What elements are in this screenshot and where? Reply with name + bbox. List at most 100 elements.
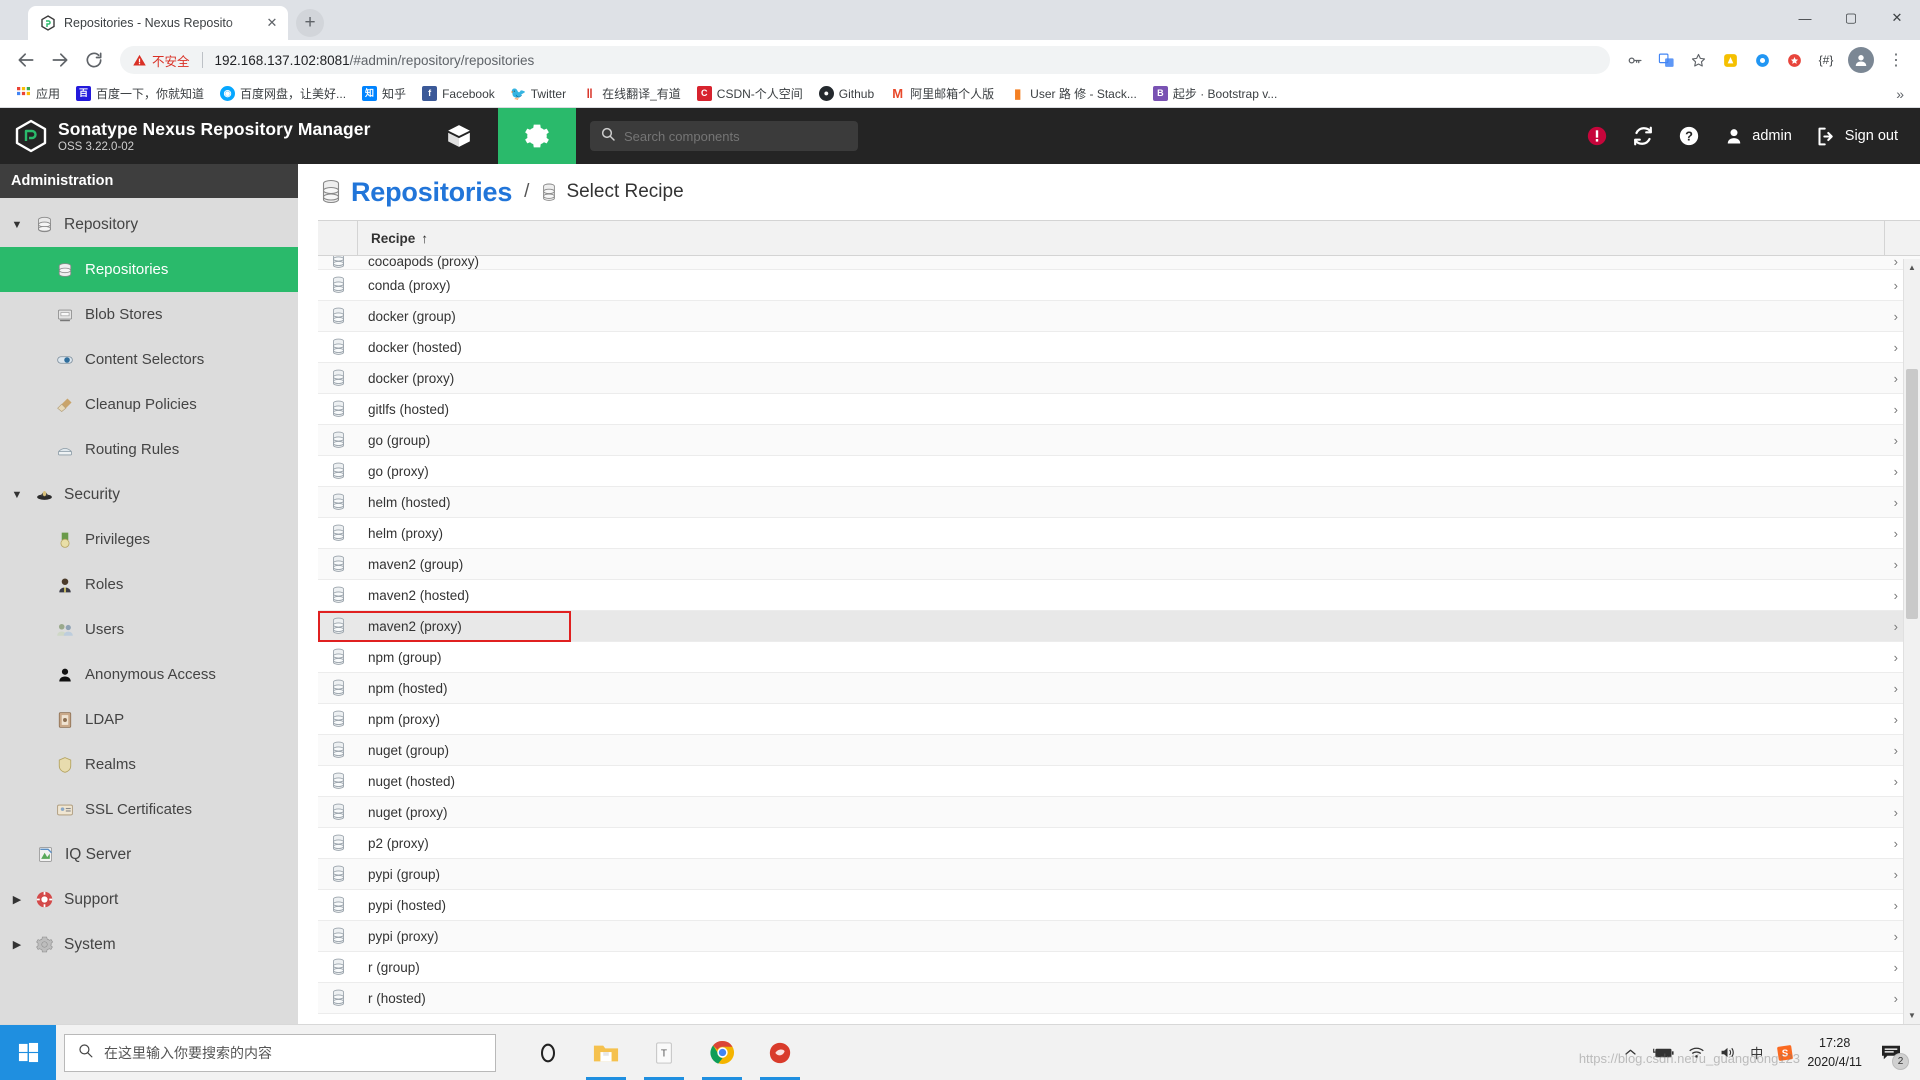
bookmark-youdao[interactable]: ‖ 在线翻译_有道: [576, 82, 687, 105]
sidebar-item-privileges[interactable]: Privileges: [0, 517, 298, 562]
sidebar-group-system[interactable]: ▶ System: [0, 922, 298, 967]
taskbar-search-box[interactable]: 在这里输入你要搜索的内容: [64, 1033, 496, 1072]
chevron-right-icon[interactable]: ›: [1894, 898, 1898, 913]
sidebar-group-support[interactable]: ▶ Support: [0, 877, 298, 922]
browser-menu-icon[interactable]: ⋮: [1882, 46, 1910, 74]
admin-mode-button[interactable]: [498, 108, 576, 164]
sidebar-item-cleanup-policies[interactable]: Cleanup Policies: [0, 382, 298, 427]
breadcrumb-root[interactable]: Repositories: [351, 177, 512, 208]
bookmark-star-icon[interactable]: [1684, 46, 1712, 74]
table-row[interactable]: pypi (proxy) ›: [318, 921, 1920, 952]
table-row[interactable]: helm (hosted) ›: [318, 487, 1920, 518]
table-row[interactable]: docker (group) ›: [318, 301, 1920, 332]
browser-tab[interactable]: Repositories - Nexus Reposito ✕: [28, 6, 288, 40]
table-row[interactable]: nuget (hosted) ›: [318, 766, 1920, 797]
bookmark-baidu[interactable]: 百 百度一下，你就知道: [70, 82, 210, 105]
table-row[interactable]: maven2 (hosted) ›: [318, 580, 1920, 611]
chevron-right-icon[interactable]: ›: [1894, 495, 1898, 510]
chevron-right-icon[interactable]: ▶: [10, 893, 24, 906]
chevron-right-icon[interactable]: ▶: [10, 938, 24, 951]
table-row[interactable]: nuget (group) ›: [318, 735, 1920, 766]
back-icon[interactable]: [10, 44, 42, 76]
table-row[interactable]: cocoapods (proxy) ›: [318, 256, 1920, 270]
sidebar-item-anonymous-access[interactable]: Anonymous Access: [0, 652, 298, 697]
address-bar[interactable]: 不安全 192.168.137.102:8081/#admin/reposito…: [120, 46, 1610, 74]
chevron-right-icon[interactable]: ›: [1894, 526, 1898, 541]
chevron-right-icon[interactable]: ›: [1894, 805, 1898, 820]
chevron-right-icon[interactable]: ›: [1894, 867, 1898, 882]
sidebar-item-ldap[interactable]: LDAP: [0, 697, 298, 742]
refresh-button[interactable]: [1632, 125, 1654, 147]
scroll-up-arrow[interactable]: ▲: [1904, 259, 1920, 276]
extension-blue-icon[interactable]: [1748, 46, 1776, 74]
table-row[interactable]: maven2 (proxy) ›: [318, 611, 1920, 642]
sidebar-item-roles[interactable]: Roles: [0, 562, 298, 607]
chrome-icon[interactable]: [696, 1026, 748, 1080]
wifi-icon[interactable]: [1688, 1045, 1705, 1060]
sidebar-item-content-selectors[interactable]: Content Selectors: [0, 337, 298, 382]
table-row[interactable]: npm (hosted) ›: [318, 673, 1920, 704]
table-row[interactable]: npm (proxy) ›: [318, 704, 1920, 735]
chevron-down-icon[interactable]: ▼: [10, 489, 24, 501]
table-row[interactable]: pypi (group) ›: [318, 859, 1920, 890]
translate-icon[interactable]: [1652, 46, 1680, 74]
file-explorer-icon[interactable]: [580, 1026, 632, 1080]
chevron-right-icon[interactable]: ›: [1894, 433, 1898, 448]
bookmarks-overflow-button[interactable]: »: [1890, 86, 1910, 102]
minimize-button[interactable]: —: [1782, 0, 1828, 36]
table-row[interactable]: nuget (proxy) ›: [318, 797, 1920, 828]
chevron-right-icon[interactable]: ›: [1894, 774, 1898, 789]
text-editor-icon[interactable]: T: [638, 1026, 690, 1080]
table-row[interactable]: r (hosted) ›: [318, 983, 1920, 1014]
chevron-right-icon[interactable]: ›: [1894, 712, 1898, 727]
chevron-right-icon[interactable]: ›: [1894, 256, 1898, 269]
bookmark-zhihu[interactable]: 知 知乎: [356, 82, 412, 105]
extension-colorful-icon[interactable]: [1716, 46, 1744, 74]
chevron-right-icon[interactable]: ›: [1894, 960, 1898, 975]
chevron-right-icon[interactable]: ›: [1894, 743, 1898, 758]
sogou-icon[interactable]: S: [1777, 1044, 1794, 1061]
sidebar-item-users[interactable]: Users: [0, 607, 298, 652]
search-input[interactable]: [624, 128, 848, 144]
scroll-down-arrow[interactable]: ▼: [1904, 1007, 1920, 1024]
chevron-right-icon[interactable]: ›: [1894, 650, 1898, 665]
sidebar-item-routing-rules[interactable]: Routing Rules: [0, 427, 298, 472]
windows-start-icon[interactable]: [0, 1024, 56, 1080]
notification-center-icon[interactable]: 2: [1876, 1038, 1909, 1070]
sidebar-item-iq-server[interactable]: IQ Server: [0, 832, 298, 877]
sidebar-group-repository[interactable]: ▼ Repository: [0, 202, 298, 247]
chevron-right-icon[interactable]: ›: [1894, 340, 1898, 355]
chevron-right-icon[interactable]: ›: [1894, 836, 1898, 851]
battery-icon[interactable]: [1652, 1046, 1674, 1060]
scrollbar-thumb[interactable]: [1906, 369, 1918, 619]
table-row[interactable]: helm (proxy) ›: [318, 518, 1920, 549]
sidebar-item-ssl-certificates[interactable]: SSL Certificates: [0, 787, 298, 832]
chevron-right-icon[interactable]: ›: [1894, 309, 1898, 324]
extension-code-icon[interactable]: {#}: [1812, 46, 1840, 74]
table-row[interactable]: p2 (proxy) ›: [318, 828, 1920, 859]
profile-avatar[interactable]: [1848, 47, 1874, 73]
sign-out-button[interactable]: Sign out: [1816, 126, 1898, 147]
chevron-right-icon[interactable]: ›: [1894, 464, 1898, 479]
chevron-right-icon[interactable]: ›: [1894, 557, 1898, 572]
table-row[interactable]: conda (proxy) ›: [318, 270, 1920, 301]
volume-icon[interactable]: [1719, 1045, 1736, 1060]
chevron-right-icon[interactable]: ›: [1894, 991, 1898, 1006]
table-row[interactable]: pypi (hosted) ›: [318, 890, 1920, 921]
nexus-brand[interactable]: Sonatype Nexus Repository Manager OSS 3.…: [0, 108, 420, 164]
sidebar-item-repositories[interactable]: Repositories: [0, 247, 298, 292]
alert-button[interactable]: [1586, 125, 1608, 147]
bookmark-facebook[interactable]: f Facebook: [416, 83, 501, 104]
close-icon[interactable]: ✕: [264, 15, 280, 31]
chevron-right-icon[interactable]: ›: [1894, 929, 1898, 944]
bookmark-stackoverflow[interactable]: ▮ User 路 修 - Stack...: [1004, 82, 1143, 105]
table-row[interactable]: npm (group) ›: [318, 642, 1920, 673]
rhino-icon[interactable]: [754, 1026, 806, 1080]
bookmark-apps[interactable]: 应用: [10, 82, 66, 105]
table-row[interactable]: r (group) ›: [318, 952, 1920, 983]
bookmark-csdn[interactable]: C CSDN-个人空间: [691, 82, 809, 105]
window-close-button[interactable]: ✕: [1874, 0, 1920, 36]
clock[interactable]: 17:28 2020/4/11: [1807, 1034, 1862, 1070]
column-header-recipe[interactable]: Recipe ↑: [358, 231, 1884, 246]
forward-icon[interactable]: [44, 44, 76, 76]
